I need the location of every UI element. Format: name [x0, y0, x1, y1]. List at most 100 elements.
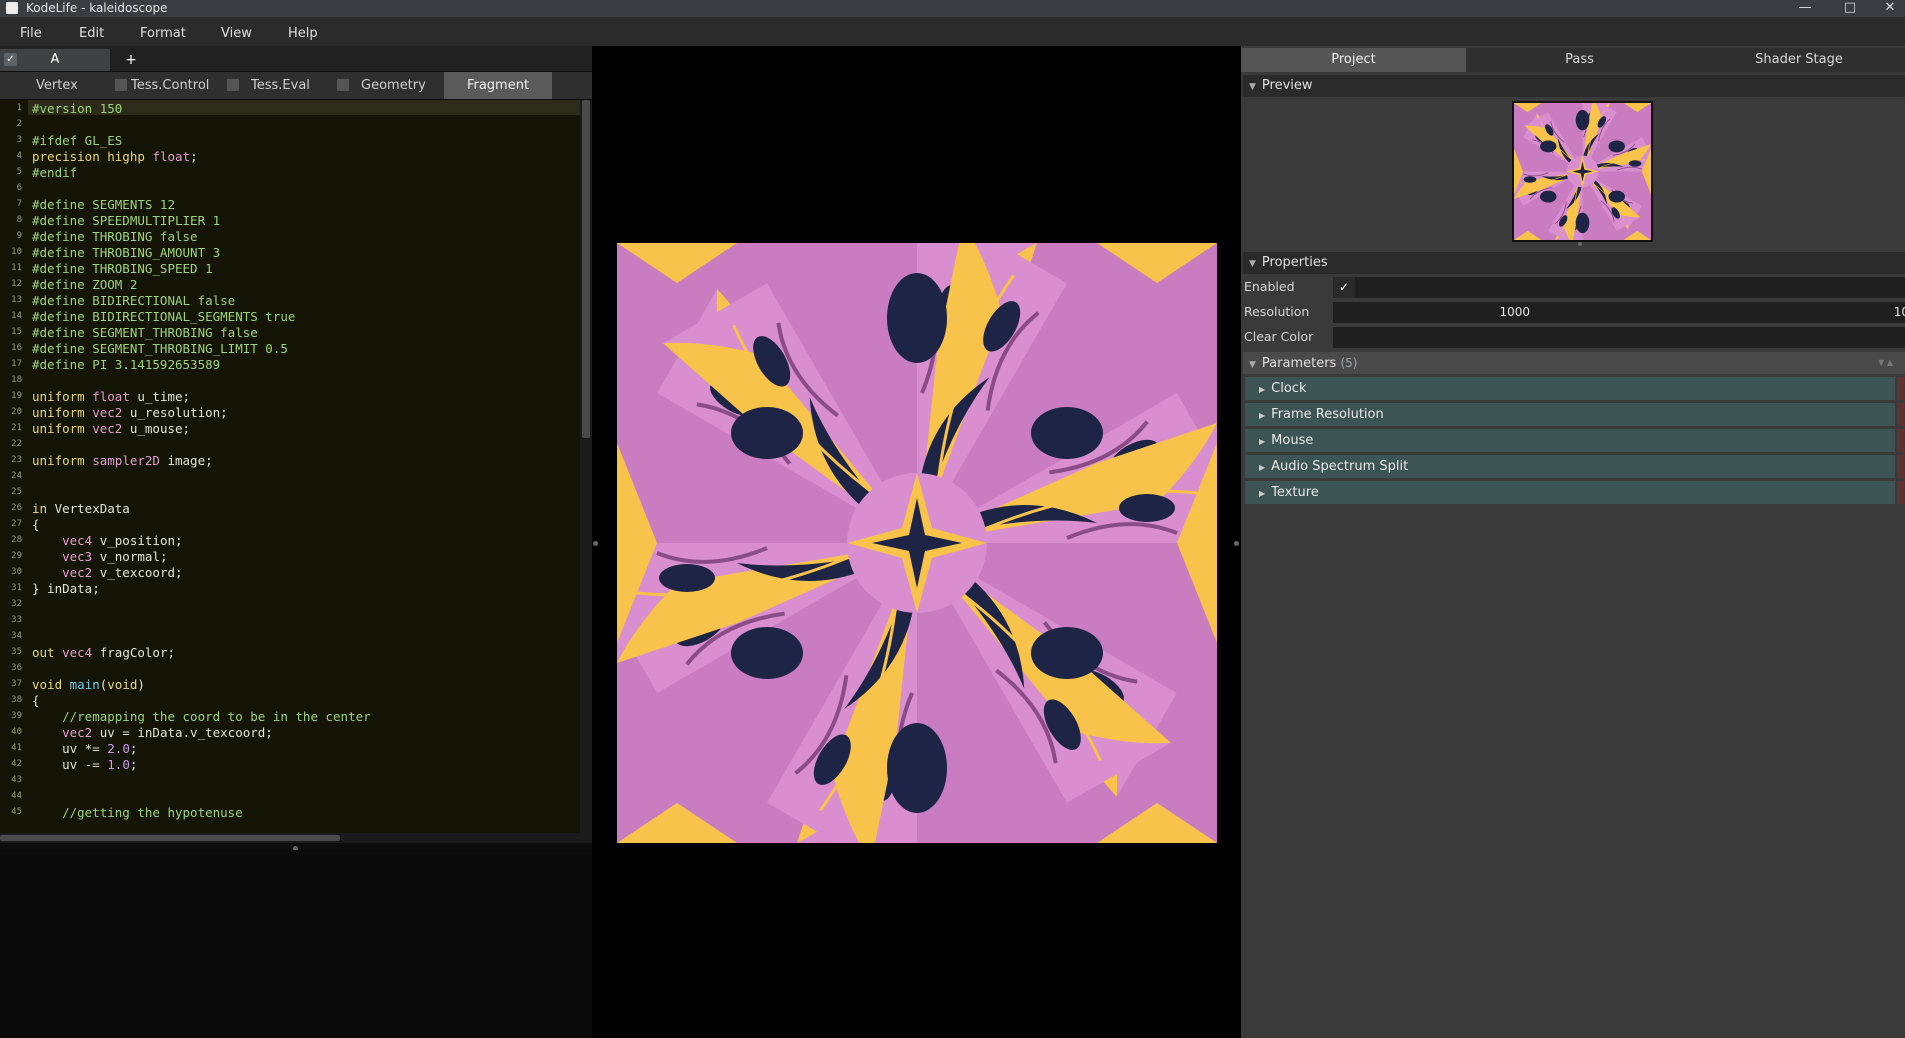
left-splitter-handle[interactable] [593, 541, 598, 546]
tab-pass[interactable]: Pass [1467, 48, 1692, 72]
code-line: out vec4 fragColor; [32, 645, 175, 660]
tab-tess-eval[interactable]: Tess.Eval [227, 72, 327, 99]
preview-resize-handle[interactable] [1578, 242, 1582, 246]
code-token: u_time; [137, 389, 191, 404]
code-line: #define BIDIRECTIONAL_SEGMENTS true [32, 309, 295, 324]
line-number: 44 [11, 791, 22, 801]
code-token: uv *= [32, 741, 108, 756]
tess-eval-checkbox[interactable] [227, 78, 239, 91]
tab-vertex[interactable]: Vertex [36, 72, 116, 99]
parameter-label: Texture [1271, 485, 1319, 500]
code-token: //getting the hypotenuse [32, 805, 243, 820]
parameter-item[interactable]: ▶ Mouse [1245, 429, 1905, 453]
code-token: uv -= [32, 757, 108, 772]
code-token: vec3 [32, 549, 100, 564]
line-number: 1 [16, 103, 22, 113]
line-number: 36 [11, 663, 22, 673]
code-line: #define SPEEDMULTIPLIER 1 [32, 213, 220, 228]
line-number: 35 [11, 647, 22, 657]
code-token: VertexData [54, 501, 130, 516]
code-line: { [32, 517, 40, 532]
line-number: 6 [16, 183, 22, 193]
line-number: 9 [16, 231, 22, 241]
line-number: 43 [11, 775, 22, 785]
code-token: #define SPEEDMULTIPLIER 1 [32, 213, 221, 228]
tab-fragment[interactable]: Fragment [444, 72, 552, 99]
line-number: 14 [11, 311, 22, 321]
enabled-checkbox[interactable]: ✓ [1333, 277, 1355, 298]
expand-triangle-icon[interactable]: ▶ [1259, 482, 1265, 505]
tess-control-checkbox[interactable] [115, 78, 127, 91]
line-number: 40 [11, 727, 22, 737]
expand-triangle-icon[interactable]: ▶ [1259, 378, 1265, 401]
tab-shader-stage[interactable]: Shader Stage [1693, 48, 1905, 72]
editor-vertical-scrollbar[interactable] [580, 100, 592, 833]
line-number: 23 [11, 455, 22, 465]
clear-color-swatch[interactable] [1333, 327, 1905, 348]
code-token: vec2 [92, 421, 130, 436]
tab-geometry[interactable]: Geometry [337, 72, 447, 99]
line-number: 42 [11, 759, 22, 769]
code-token: 2.0 [107, 741, 130, 756]
maximize-icon[interactable]: □ [1835, 0, 1865, 17]
code-line: vec3 v_normal; [32, 549, 167, 564]
minimize-icon[interactable]: — [1790, 0, 1820, 17]
tab-tess-control[interactable]: Tess.Control [115, 72, 225, 99]
code-line: #define THROBING false [32, 229, 198, 244]
parameter-item[interactable]: ▶ Texture [1245, 481, 1905, 505]
scrollbar-thumb[interactable] [582, 100, 590, 438]
add-layer-button[interactable]: + [110, 49, 152, 71]
code-token: float [92, 389, 138, 404]
enabled-field: ✓ [1333, 277, 1905, 298]
code-token: uniform [32, 389, 93, 404]
code-line: vec4 v_position; [32, 533, 183, 548]
tab-project[interactable]: Project [1241, 48, 1466, 72]
close-icon[interactable]: ✕ [1875, 0, 1905, 17]
code-line: #ifdef GL_ES [32, 133, 122, 148]
line-number: 28 [11, 535, 22, 545]
code-line: #define SEGMENT_THROBING false [32, 325, 258, 340]
geometry-checkbox[interactable] [337, 78, 349, 91]
code-token: #version 150 [32, 101, 123, 116]
parameter-item[interactable]: ▶ Frame Resolution [1245, 403, 1905, 427]
expand-triangle-icon[interactable]: ▶ [1259, 430, 1265, 453]
layer-tab-label: A [50, 52, 60, 67]
kodelife-logo-icon [6, 2, 18, 14]
code-line: uniform float u_time; [32, 389, 190, 404]
code-token: in [32, 501, 55, 516]
parameter-item[interactable]: ▶ Clock [1245, 377, 1905, 401]
line-number: 32 [11, 599, 22, 609]
code-line: vec2 uv = inData.v_texcoord; [32, 725, 273, 740]
preview-section-header[interactable]: ▼ Preview [1243, 75, 1905, 97]
sort-arrows-icon[interactable]: ▼ ▲ [1878, 352, 1893, 374]
properties-section-header[interactable]: ▼ Properties [1243, 252, 1905, 274]
code-line: #define THROBING_AMOUNT 3 [32, 245, 220, 260]
code-line: uniform sampler2D image; [32, 453, 213, 468]
right-splitter-handle[interactable] [1234, 541, 1239, 546]
resolution-width-input[interactable]: 1000 [1333, 302, 1530, 323]
line-number: 16 [11, 343, 22, 353]
parameters-section-header[interactable]: ▼ Parameters (5) ▼ ▲ [1243, 352, 1905, 374]
line-number: 3 [16, 135, 22, 145]
editor-horizontal-scrollbar[interactable] [0, 833, 592, 843]
scrollbar-thumb[interactable] [0, 835, 340, 841]
code-line: precision highp float; [32, 149, 198, 164]
resolution-height-input[interactable]: 10 [1541, 302, 1905, 323]
parameter-edge-marker [1897, 429, 1905, 452]
parameter-item[interactable]: ▶ Audio Spectrum Split [1245, 455, 1905, 479]
code-token: v_texcoord; [99, 565, 183, 580]
preview-thumbnail [1512, 101, 1653, 242]
expand-triangle-icon[interactable]: ▶ [1259, 404, 1265, 427]
code-line: #define ZOOM 2 [32, 277, 137, 292]
console-panel [0, 850, 592, 1038]
code-token: uniform [32, 421, 93, 436]
expand-triangle-icon[interactable]: ▶ [1259, 456, 1265, 479]
line-number: 31 [11, 583, 22, 593]
parameter-edge-marker [1897, 481, 1905, 504]
collapse-triangle-icon: ▼ [1249, 360, 1256, 370]
resolution-row: Resolution 1000 10 [1243, 301, 1905, 323]
code-line: } inData; [32, 581, 100, 596]
code-token: v_position; [99, 533, 183, 548]
layer-tab-a[interactable]: ✓ A [0, 49, 110, 71]
code-token: float [152, 149, 191, 164]
